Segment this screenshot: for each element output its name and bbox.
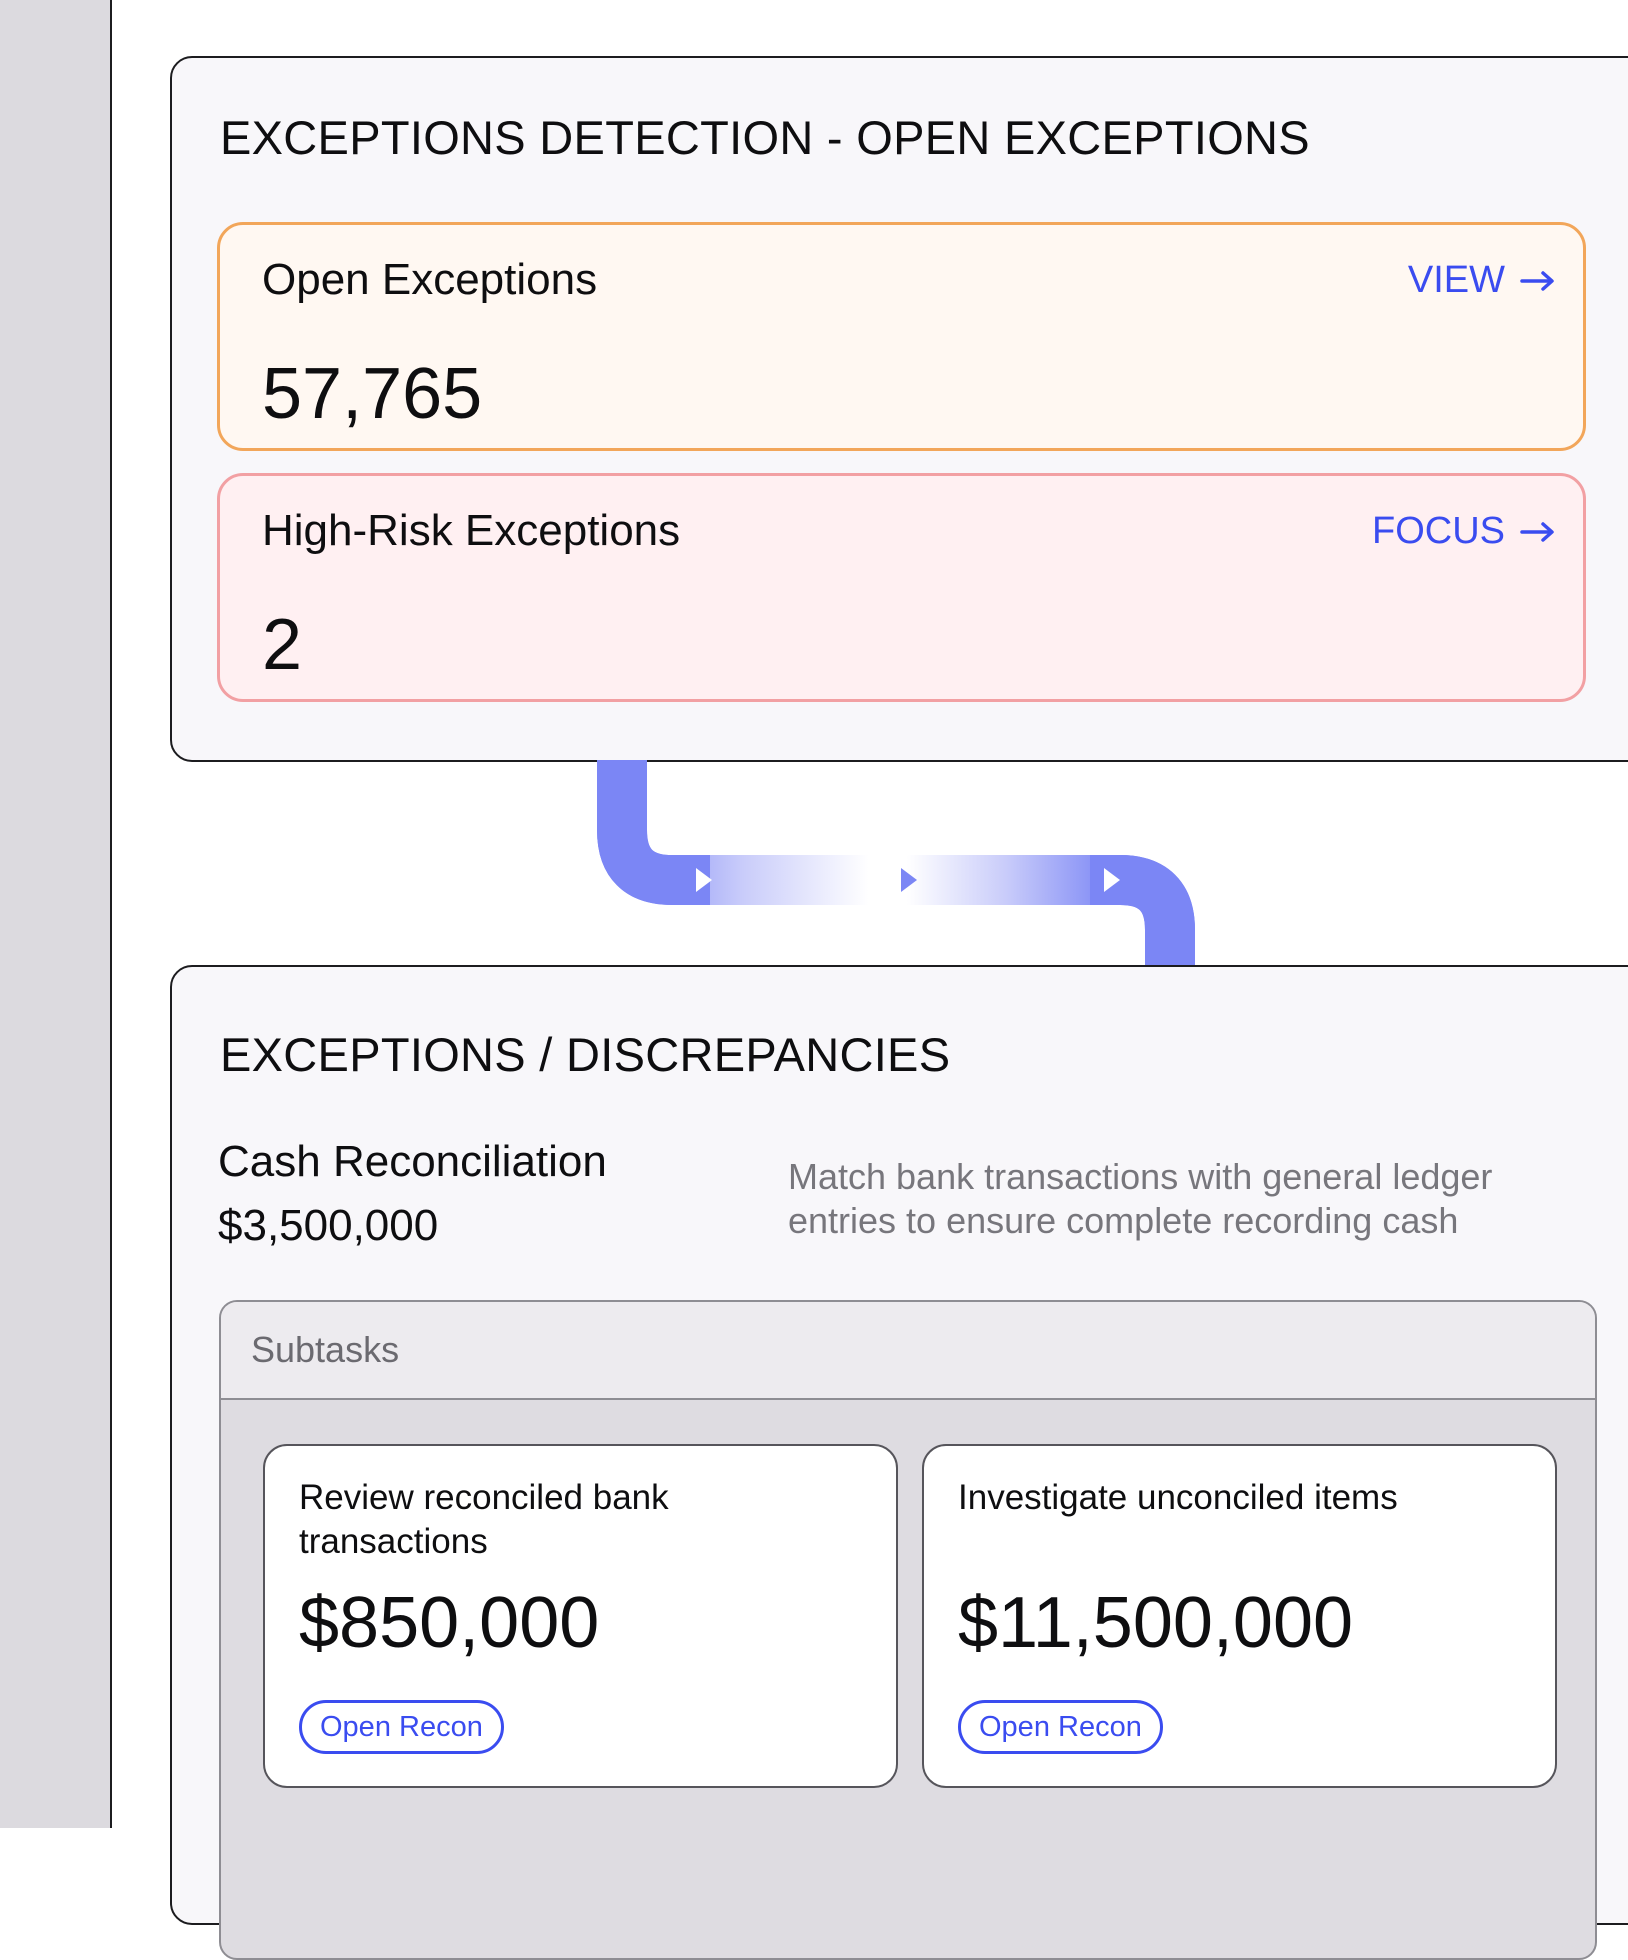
stat-value: 2 <box>262 605 303 685</box>
flow-connector <box>597 760 1195 968</box>
subtasks-header: Subtasks <box>221 1302 1595 1400</box>
open-recon-button[interactable]: Open Recon <box>958 1700 1163 1754</box>
focus-button[interactable]: FOCUS <box>1372 510 1557 553</box>
subtask-amount: $850,000 <box>299 1583 600 1663</box>
left-sidebar <box>0 0 112 1828</box>
panel-title: EXCEPTIONS DETECTION - OPEN EXCEPTIONS <box>220 111 1310 164</box>
open-recon-button[interactable]: Open Recon <box>299 1700 504 1754</box>
high-risk-exceptions-card: High-Risk Exceptions 2 FOCUS <box>217 473 1586 702</box>
subtask-title: Investigate unconciled items <box>958 1478 1398 1517</box>
exceptions-detection-panel: EXCEPTIONS DETECTION - OPEN EXCEPTIONS O… <box>170 56 1628 762</box>
view-button[interactable]: VIEW <box>1408 259 1557 302</box>
stat-label: High-Risk Exceptions <box>262 506 681 555</box>
section-name: Cash Reconciliation <box>218 1137 607 1186</box>
section-description: Match bank transactions with general led… <box>788 1156 1493 1241</box>
arrow-right-icon <box>1520 270 1554 291</box>
open-exceptions-card: Open Exceptions 57,765 VIEW <box>217 222 1586 451</box>
stat-value: 57,765 <box>262 354 483 434</box>
focus-button-label: FOCUS <box>1372 510 1505 552</box>
panel-title: EXCEPTIONS / DISCREPANCIES <box>220 1028 951 1081</box>
subtask-card: Investigate unconciled items $11,500,000… <box>922 1444 1557 1788</box>
subtask-card: Review reconciled bank transactions $850… <box>263 1444 898 1788</box>
subtask-title: Review reconciled bank transactions <box>299 1478 669 1561</box>
view-button-label: VIEW <box>1407 259 1505 301</box>
stat-label: Open Exceptions <box>262 255 598 304</box>
exceptions-discrepancies-panel: EXCEPTIONS / DISCREPANCIES Cash Reconcil… <box>170 965 1628 1960</box>
section-amount: $3,500,000 <box>218 1201 439 1250</box>
arrow-right-icon <box>1520 521 1554 542</box>
subtasks-container: Subtasks Review reconciled bank transact… <box>219 1300 1597 1960</box>
subtask-amount: $11,500,000 <box>958 1583 1354 1663</box>
